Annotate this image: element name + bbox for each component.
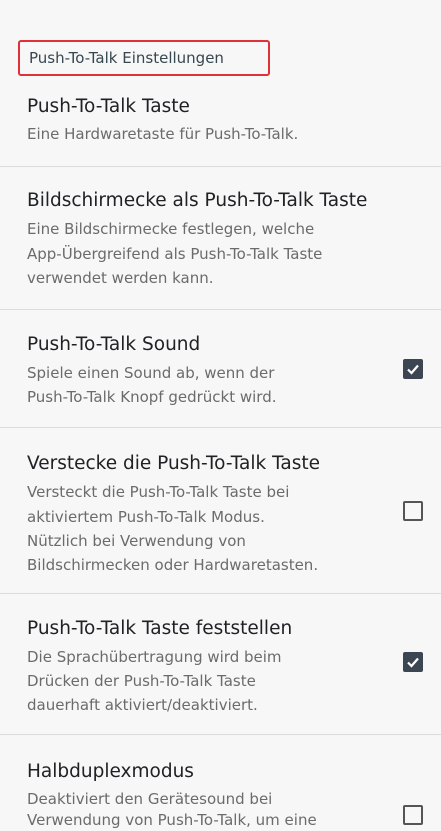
checkmark-icon: [407, 657, 419, 668]
hide-key-checkbox[interactable]: [403, 501, 423, 521]
half-duplex-checkbox[interactable]: [403, 805, 423, 825]
pref-summary-line: Drücken der Push-To-Talk Taste: [27, 672, 256, 690]
pref-title: Push-To-Talk Sound: [27, 334, 201, 355]
pref-summary-line: Versteckt die Push-To-Talk Taste bei: [27, 483, 290, 501]
pref-title: Push-To-Talk Taste feststellen: [27, 618, 293, 639]
pref-summary-line: Spiele einen Sound ab, wenn der: [27, 364, 275, 382]
pref-summary-line: Push-To-Talk Knopf gedrückt wird.: [27, 388, 277, 406]
pref-summary-line: Eine Bildschirmecke festlegen, welche: [27, 220, 315, 238]
divider: [0, 734, 441, 735]
lock-key-checkbox[interactable]: [403, 652, 423, 672]
pref-summary-line: Bildschirmecken oder Hardwaretasten.: [27, 556, 319, 574]
divider: [0, 309, 441, 310]
pref-summary-line: Verwendung von Push-To-Talk, um eine: [27, 811, 317, 829]
pref-title: Verstecke die Push-To-Talk Taste: [27, 453, 320, 474]
pref-summary-line: Die Sprachübertragung wird beim: [27, 648, 282, 666]
pref-summary-line: dauerhaft aktiviert/deaktiviert.: [27, 696, 258, 714]
divider: [0, 427, 441, 428]
pref-summary-line: App-Übergreifend als Push-To-Talk Taste: [27, 245, 323, 263]
pref-summary-line: Nützlich bei Verwendung von: [27, 532, 246, 550]
sound-checkbox[interactable]: [403, 359, 423, 379]
pref-summary-line: Eine Hardwaretaste für Push-To-Talk.: [27, 125, 299, 143]
checkmark-icon: [407, 364, 419, 375]
divider: [0, 166, 441, 167]
pref-title: Bildschirmecke als Push-To-Talk Taste: [27, 190, 368, 211]
section-header: Push-To-Talk Einstellungen: [18, 40, 270, 76]
pref-summary-line: Deaktiviert den Gerätesound bei: [27, 790, 273, 808]
pref-title: Halbduplexmodus: [27, 761, 194, 782]
pref-summary-line: aktiviertem Push-To-Talk Modus.: [27, 508, 265, 526]
pref-title: Push-To-Talk Taste: [27, 96, 190, 117]
divider: [0, 593, 441, 594]
pref-summary-line: verwendet werden kann.: [27, 269, 214, 287]
